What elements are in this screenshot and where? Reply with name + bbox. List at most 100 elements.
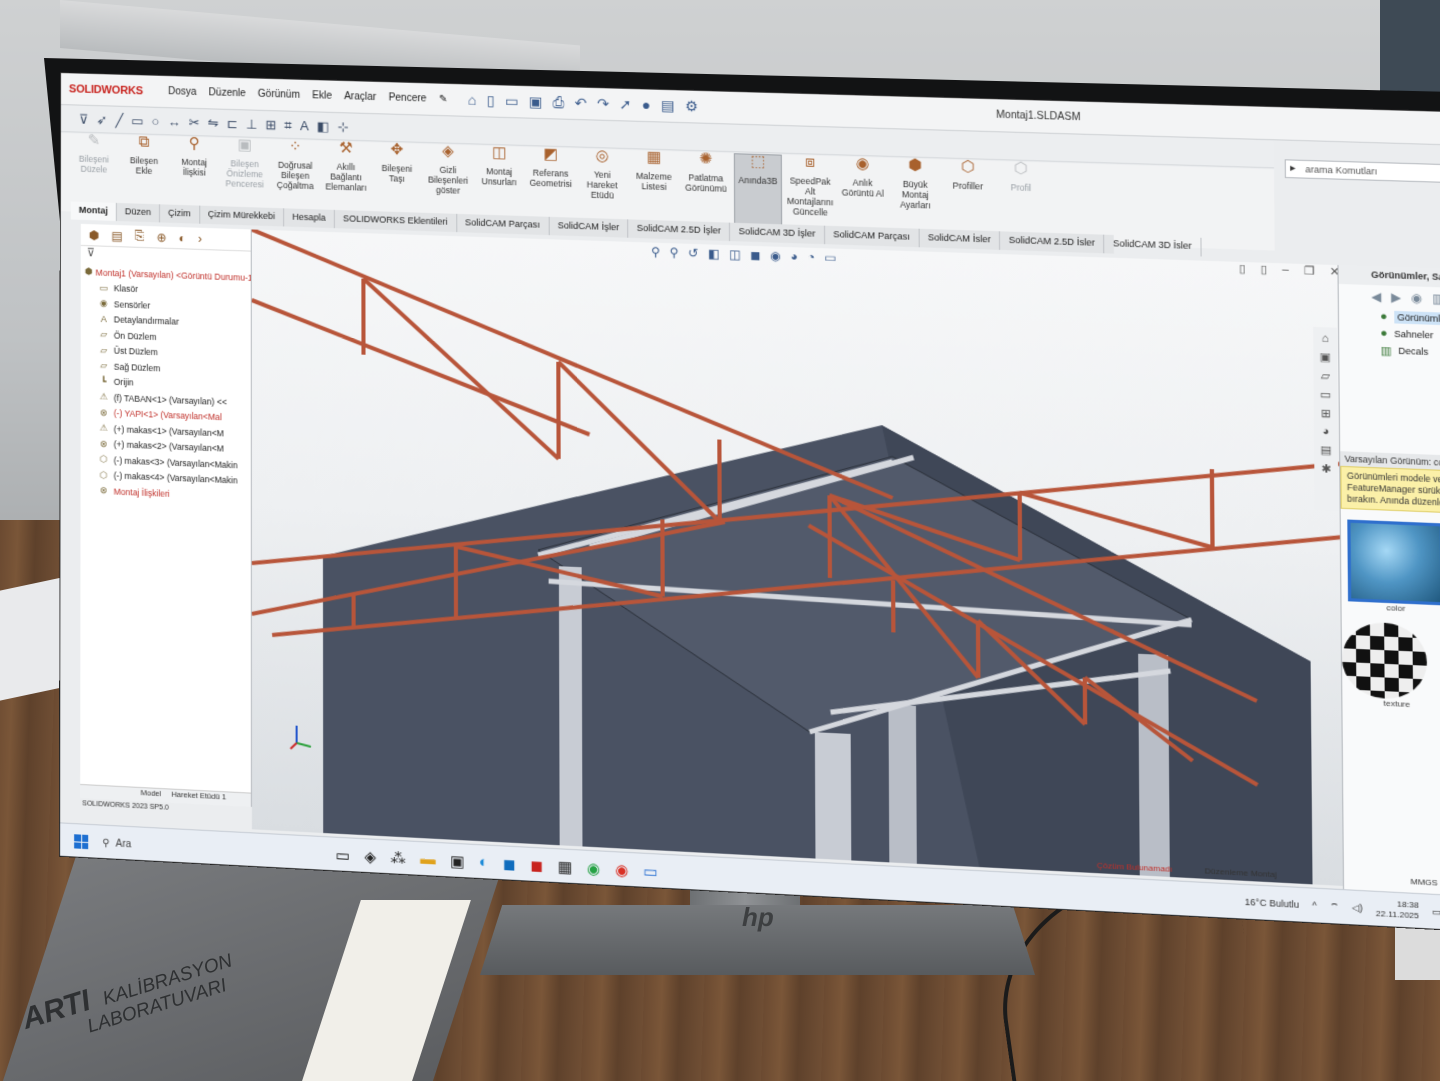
tab-cizim-murekkebi[interactable]: Çizim Mürekkebi bbox=[200, 206, 284, 227]
preview-window-button[interactable]: ▣ Bileşen Önizleme Penceresi bbox=[221, 138, 267, 190]
notification-icon[interactable]: ▭ bbox=[1432, 906, 1440, 918]
menu-araclar[interactable]: Araçlar bbox=[344, 91, 376, 103]
select-arrow-icon[interactable]: ➶ bbox=[96, 112, 107, 128]
taskbar-search[interactable]: ⚲ Ara bbox=[102, 837, 223, 855]
property-manager-tab-icon[interactable]: ▤ bbox=[111, 228, 122, 242]
tab-solidcam-isler[interactable]: SolidCAM İşler bbox=[549, 217, 628, 238]
tab-cizim[interactable]: Çizim bbox=[160, 204, 200, 223]
relation-icon[interactable]: ⊥ bbox=[246, 116, 257, 132]
smart-fasteners-button[interactable]: ⚒ Akıllı Bağlantı Elemanları bbox=[323, 141, 370, 193]
copilot-icon[interactable]: ◈ bbox=[364, 847, 376, 866]
whatsapp-icon[interactable]: ◉ bbox=[587, 859, 601, 878]
circle-icon[interactable]: ○ bbox=[152, 114, 160, 129]
offset-icon[interactable]: ⊏ bbox=[227, 115, 238, 131]
linear-pattern-button[interactable]: ⁘ Doğrusal Bileşen Çoğaltma bbox=[272, 139, 319, 191]
print-icon[interactable]: ⎙ bbox=[553, 94, 565, 112]
tray-chevron-icon[interactable]: ^ bbox=[1312, 900, 1317, 911]
store-icon[interactable]: ▣ bbox=[450, 852, 465, 871]
menu-dosya[interactable]: Dosya bbox=[168, 86, 197, 98]
menu-ekle[interactable]: Ekle bbox=[312, 90, 332, 102]
tab-model[interactable]: Model bbox=[141, 788, 162, 802]
tab-solidcam-25d-isler[interactable]: SolidCAM 2.5D İşler bbox=[628, 219, 730, 241]
mate-button[interactable]: ⚲ Montaj İlişkisi bbox=[171, 136, 217, 178]
edit-appearance-icon[interactable]: ◕ bbox=[790, 249, 798, 264]
menu-pencere[interactable]: Pencere bbox=[389, 92, 427, 104]
redo-icon[interactable]: ↷ bbox=[597, 95, 609, 113]
view-palette-tab-icon[interactable]: ⊞ bbox=[1321, 407, 1331, 421]
file-explorer-tab-icon[interactable]: ▭ bbox=[1320, 388, 1331, 402]
display-style-icon[interactable]: ◼ bbox=[750, 248, 760, 263]
chrome-icon[interactable]: ◉ bbox=[615, 860, 629, 879]
move-component-button[interactable]: ✥ Bileşeni Taşı bbox=[373, 142, 420, 184]
smart-dimension-icon[interactable]: ↔ bbox=[167, 114, 180, 129]
tile-icon[interactable]: ▯ bbox=[1239, 262, 1246, 276]
section-view-icon[interactable]: ◧ bbox=[708, 246, 720, 261]
select-icon[interactable]: ➚ bbox=[619, 96, 631, 114]
home-tab-icon[interactable]: ⌂ bbox=[1321, 332, 1328, 345]
save-icon[interactable]: ▣ bbox=[529, 93, 543, 111]
command-search-input[interactable]: ▸ arama Komutları bbox=[1285, 159, 1440, 183]
large-assembly-button[interactable]: ⬢ Büyük Montaj Ayarları bbox=[891, 158, 940, 211]
task-view-icon[interactable]: ▭ bbox=[335, 846, 350, 865]
menu-duzenle[interactable]: Düzenle bbox=[209, 87, 246, 99]
file-explorer-icon[interactable]: ▬ bbox=[420, 850, 435, 869]
windows-start-icon[interactable] bbox=[74, 834, 88, 849]
calculator-icon[interactable]: ▦ bbox=[558, 857, 573, 876]
new-document-icon[interactable]: ▯ bbox=[487, 92, 495, 109]
zoom-fit-icon[interactable]: ⚲ bbox=[651, 245, 660, 260]
file-properties-icon[interactable]: ▤ bbox=[661, 97, 675, 115]
grid-icon[interactable]: ⊞ bbox=[265, 117, 276, 133]
line-icon[interactable]: ╱ bbox=[115, 112, 123, 128]
solidworks-taskbar-icon[interactable]: ◼ bbox=[530, 856, 543, 875]
design-library-tab-icon[interactable]: ▱ bbox=[1321, 369, 1330, 383]
open-icon[interactable]: ▭ bbox=[505, 93, 519, 111]
tab-duzen[interactable]: Düzen bbox=[117, 203, 160, 222]
menu-gorunum[interactable]: Görünüm bbox=[258, 89, 300, 101]
forward-icon[interactable]: ▶ bbox=[1391, 290, 1401, 305]
view-settings-icon[interactable]: ▭ bbox=[824, 250, 836, 265]
minimize-icon[interactable]: – bbox=[1282, 263, 1289, 277]
measure-icon[interactable]: ⌗ bbox=[284, 117, 291, 133]
reference-geometry-button[interactable]: ◩ Referans Geometrisi bbox=[527, 147, 574, 189]
rectangle-icon[interactable]: ▭ bbox=[131, 113, 143, 129]
tab-motion-study[interactable]: Hareket Etüdü 1 bbox=[171, 790, 226, 806]
library-icon[interactable]: ▥ bbox=[1432, 291, 1440, 306]
display-manager-tab-icon[interactable]: ◐ bbox=[179, 231, 186, 245]
pin-icon[interactable]: ✎ bbox=[439, 94, 448, 105]
exploded-view-button[interactable]: ✺ Patlatma Görünümü bbox=[682, 152, 730, 194]
configuration-tab-icon[interactable]: ⎘ bbox=[135, 229, 145, 244]
text-icon[interactable]: A bbox=[300, 118, 309, 133]
dimxpert-tab-icon[interactable]: ⊕ bbox=[156, 230, 166, 244]
previous-view-icon[interactable]: ↺ bbox=[688, 246, 699, 261]
tab-solidcam-isler-2[interactable]: SolidCAM İsler bbox=[919, 229, 1000, 250]
zoom-area-icon[interactable]: ⚲ bbox=[670, 245, 679, 260]
appearance-icon[interactable]: ◉ bbox=[1411, 291, 1423, 306]
undo-icon[interactable]: ↶ bbox=[574, 95, 586, 113]
profiles-button[interactable]: ⬡ Profiller bbox=[944, 159, 993, 191]
tab-solidcam-parcasi[interactable]: SolidCAM Parçası bbox=[457, 214, 550, 235]
bom-button[interactable]: ▦ Malzeme Listesi bbox=[630, 150, 678, 192]
assembly-features-button[interactable]: ◫ Montaj Unsurları bbox=[476, 145, 523, 187]
tab-solidcam-25d-isler-2[interactable]: SolidCAM 2.5D İsler bbox=[1000, 231, 1104, 253]
color-swatch[interactable] bbox=[1347, 520, 1440, 606]
apply-scene-icon[interactable]: ◔ bbox=[807, 250, 815, 265]
units-status[interactable]: MMGS bbox=[1410, 877, 1437, 888]
clock[interactable]: 18:38 22.11.2025 bbox=[1376, 898, 1419, 921]
snapshot-button[interactable]: ◉ Anlık Görüntü Al bbox=[838, 156, 887, 199]
section-icon[interactable]: ◧ bbox=[317, 118, 329, 135]
axis-icon[interactable]: ⊹ bbox=[337, 119, 348, 135]
tab-solidcam-3d-isler[interactable]: SolidCAM 3D İşler bbox=[730, 223, 825, 245]
filter-icon[interactable]: ⊽ bbox=[79, 111, 89, 127]
back-icon[interactable]: ◀ bbox=[1371, 289, 1381, 304]
options-gear-icon[interactable]: ⚙ bbox=[685, 98, 698, 116]
weather-status[interactable]: 16°C Bulutlu bbox=[1245, 897, 1299, 910]
outlook-icon[interactable]: ◼ bbox=[503, 855, 516, 874]
remote-desktop-icon[interactable]: ▭ bbox=[643, 862, 658, 881]
mirror-icon[interactable]: ⇋ bbox=[208, 115, 219, 131]
widgets-icon[interactable]: ⁂ bbox=[390, 849, 405, 868]
profile-button[interactable]: ⬡ Profil bbox=[996, 161, 1045, 193]
decals-item[interactable]: ▥ Decals bbox=[1339, 340, 1440, 363]
rebuild-icon[interactable]: ● bbox=[642, 96, 651, 114]
tab-solidcam-parcasi-2[interactable]: SolidCAM Parçası bbox=[825, 226, 920, 248]
feature-tree-tab-icon[interactable]: ⬢ bbox=[89, 228, 100, 242]
